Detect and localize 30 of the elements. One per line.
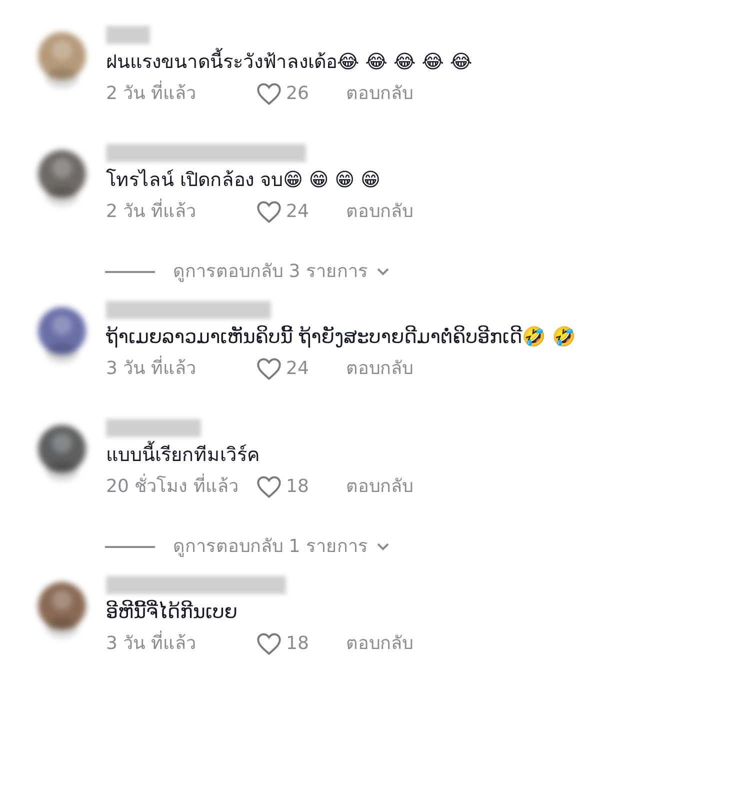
comment-text: ฝนแรงขนาดนี้ระวังฟ้าลงเด้อ😂 😂 😂 😂 😂 [106,48,472,76]
like-button[interactable]: 26 [256,80,346,108]
heart-icon[interactable] [256,475,282,499]
reply-link[interactable]: ตอบกลับ [346,473,413,501]
comment-time: 2 วัน ที่แล้ว [106,198,256,226]
like-button[interactable]: 24 [256,355,346,383]
view-replies-button[interactable]: ดูการตอบกลับ 3 รายการ [173,258,390,285]
comment-time: 2 วัน ที่แล้ว [106,80,256,108]
heart-icon[interactable] [256,82,282,106]
comment-text: ຖ້າເມຍລາວມາເຫັນຄິບນີ້ ຖ້າຍັງສະບາຍດີມາຕໍ່ຄິບອີກເດີ🤣 🤣 [106,324,576,350]
reply-link[interactable]: ตอบกลับ [346,80,413,108]
comment-time: 20 ชั่วโมง ที่แล้ว [106,473,256,501]
comment-time: 3 วัน ที่แล้ว [106,355,256,383]
reply-link[interactable]: ตอบกลับ [346,198,413,226]
comment-time: 3 วัน ที่แล้ว [106,630,256,658]
blurred-username [106,26,150,44]
like-button[interactable]: 24 [256,198,346,226]
reply-link[interactable]: ตอบกลับ [346,355,413,383]
comment-text: ອີຫີນີ້ຈີ່ໄດ້ກີນເບຍ [106,598,238,625]
reply-link[interactable]: ตอบกลับ [346,630,413,658]
chevron-down-icon [376,542,390,552]
view-replies-button[interactable]: ดูการตอบกลับ 1 รายการ [173,533,390,560]
comment-text: โทรไลน์ เปิดกล้อง จบ😁 😁 😁 😁 [106,168,382,193]
heart-icon[interactable] [256,357,282,381]
chevron-down-icon [376,266,390,276]
heart-icon[interactable] [256,632,282,656]
like-button[interactable]: 18 [256,473,346,501]
comment-text: แบบนี้เรียกทีมเวิร์ค [106,441,413,469]
heart-icon[interactable] [256,200,282,224]
like-button[interactable]: 18 [256,630,346,658]
